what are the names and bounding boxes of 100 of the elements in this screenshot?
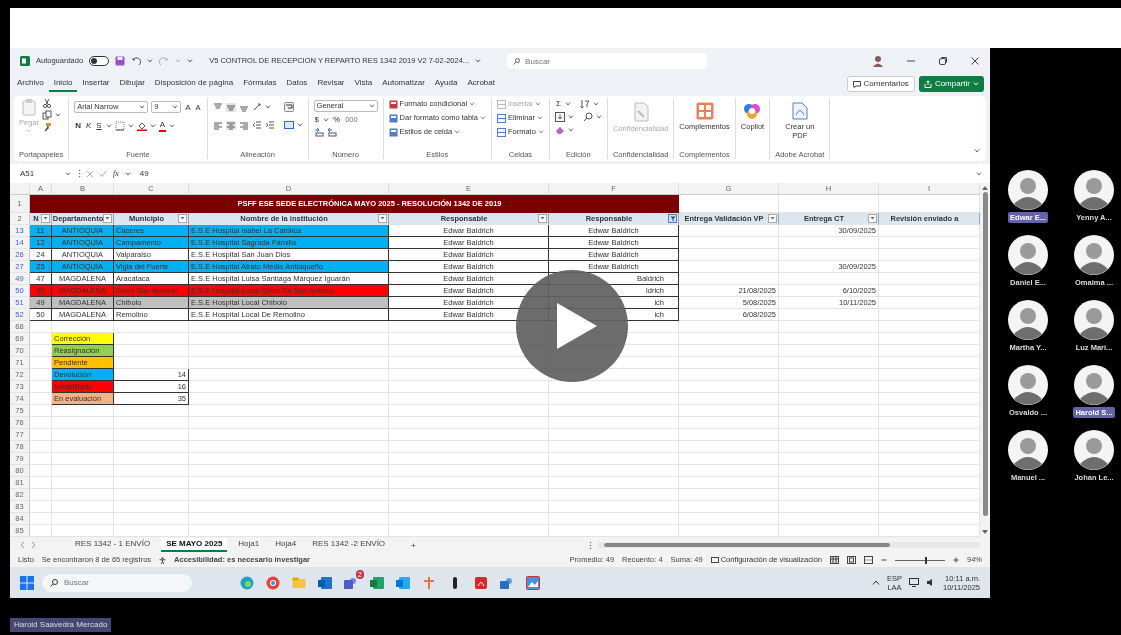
filter-dropdown-button[interactable] — [103, 214, 112, 223]
bold-button[interactable]: N — [74, 120, 82, 131]
chevron-up-icon[interactable] — [872, 580, 880, 585]
image-app-icon[interactable] — [526, 575, 540, 590]
brush-icon[interactable] — [42, 122, 52, 132]
autosave-toggle[interactable] — [89, 56, 110, 66]
underline-button[interactable]: S — [95, 120, 103, 131]
caret-icon[interactable] — [147, 59, 154, 63]
align-center-icon[interactable] — [225, 120, 236, 130]
taskbar-search-field[interactable]: Buscar — [42, 573, 192, 592]
caret-icon[interactable] — [264, 105, 271, 109]
pdf-app-icon[interactable] — [474, 575, 488, 590]
wrap-text-icon[interactable] — [283, 102, 294, 112]
spreadsheet-app-icon[interactable] — [20, 56, 30, 66]
browser-icon[interactable] — [266, 575, 280, 590]
formula-field[interactable]: 49 — [135, 167, 971, 180]
menu-tab[interactable]: Archivo — [12, 76, 49, 92]
normal-view-icon[interactable] — [830, 556, 839, 564]
increase-font-size-button[interactable]: A — [184, 101, 192, 113]
caret-icon[interactable] — [537, 130, 544, 134]
caret-icon[interactable] — [139, 105, 146, 109]
checkmark-icon[interactable] — [99, 169, 107, 178]
fill-color-icon[interactable] — [136, 120, 147, 131]
caret-icon[interactable] — [537, 116, 544, 120]
sort-filter-icon[interactable] — [579, 98, 590, 109]
caret-icon[interactable] — [592, 101, 599, 106]
zoom-in-icon[interactable] — [953, 557, 959, 563]
caret-icon[interactable] — [595, 115, 602, 119]
decrease-decimal-icon[interactable] — [326, 127, 337, 137]
menu-tab[interactable]: Disposición de página — [149, 76, 239, 92]
spreadsheet-app-icon[interactable] — [370, 575, 384, 590]
caret-icon[interactable] — [469, 102, 476, 106]
sheet-tab[interactable]: RES 1342 - 1 ENVÍO — [70, 538, 156, 552]
sheet-tab[interactable]: RES 1342 -2 ENVÍO — [307, 538, 391, 552]
menu-tab[interactable]: Insertar — [77, 76, 115, 92]
menu-tab[interactable]: Revisar — [312, 76, 350, 92]
caret-icon[interactable] — [567, 115, 574, 119]
page-break-icon[interactable] — [864, 556, 873, 564]
autosum-button[interactable]: Σ — [554, 98, 562, 109]
text-orientation-icon[interactable] — [251, 102, 262, 112]
caret-icon[interactable] — [974, 149, 980, 153]
zoom-out-icon[interactable] — [881, 557, 887, 563]
filter-dropdown-button[interactable] — [768, 214, 777, 223]
user-avatar-icon[interactable] — [872, 55, 884, 67]
caret-icon[interactable] — [564, 101, 571, 106]
filter-dropdown-button[interactable] — [41, 214, 50, 223]
scissors-icon[interactable] — [42, 98, 52, 108]
caret-icon[interactable] — [65, 171, 71, 176]
share-button[interactable]: Compartir — [918, 76, 984, 92]
caret-icon[interactable] — [479, 116, 486, 120]
search-field[interactable]: Buscar — [507, 53, 708, 69]
page-layout-icon[interactable] — [847, 556, 856, 564]
filter-dropdown-button[interactable] — [178, 214, 187, 223]
caret-icon[interactable] — [296, 123, 303, 127]
caret-icon[interactable] — [368, 104, 375, 108]
filter-dropdown-button[interactable] — [868, 214, 877, 223]
menu-tab[interactable]: Inicio — [48, 76, 78, 92]
caret-icon[interactable] — [149, 123, 156, 128]
caret-icon[interactable] — [567, 128, 574, 132]
next-sheet-icon[interactable] — [31, 541, 36, 549]
scroll-up-icon[interactable] — [982, 186, 988, 190]
close-icon[interactable] — [970, 56, 980, 66]
caret-icon[interactable] — [124, 171, 131, 176]
increase-indent-icon[interactable] — [264, 120, 275, 130]
caret-icon[interactable] — [169, 123, 175, 128]
vertical-scrollbar[interactable] — [980, 183, 990, 537]
accessibility-icon[interactable] — [159, 556, 167, 564]
caret-icon[interactable] — [454, 130, 461, 134]
mail-app-icon[interactable] — [396, 575, 410, 590]
menu-tab[interactable]: Dibujar — [114, 76, 150, 92]
caret-icon[interactable] — [127, 123, 134, 128]
borders-icon[interactable] — [114, 120, 125, 131]
horizontal-scrollbar[interactable] — [597, 542, 980, 548]
name-box[interactable]: A51 — [18, 167, 73, 180]
increase-decimal-icon[interactable] — [313, 127, 324, 137]
fill-down-icon[interactable] — [554, 112, 565, 122]
menu-tab[interactable]: Datos — [281, 76, 313, 92]
undo-icon[interactable] — [131, 56, 142, 66]
monitor-icon[interactable] — [909, 578, 919, 587]
eraser-icon[interactable] — [554, 125, 565, 135]
menu-tab[interactable]: Automatizar — [377, 76, 430, 92]
sheet-tab[interactable]: Hoja1 — [233, 538, 265, 552]
caret-icon[interactable] — [105, 123, 112, 128]
decrease-indent-icon[interactable] — [251, 120, 262, 130]
currency-button[interactable]: $ — [313, 114, 320, 125]
search-icon[interactable] — [582, 112, 593, 122]
comments-button[interactable]: Comentarios — [846, 76, 915, 92]
insert-function-button[interactable]: fx — [112, 168, 120, 179]
previous-sheet-icon[interactable] — [20, 541, 25, 549]
chat-app-icon[interactable] — [344, 575, 358, 590]
italic-button[interactable]: K — [85, 120, 93, 131]
menu-tab[interactable]: Ayuda — [429, 76, 463, 92]
scrollbar-thumb[interactable] — [603, 543, 891, 547]
caret-icon[interactable] — [976, 171, 982, 176]
sheet-tab[interactable]: Hoja4 — [270, 538, 302, 552]
scroll-down-icon[interactable] — [982, 530, 988, 534]
filter-applied-button[interactable] — [668, 214, 677, 223]
windows-start-icon[interactable] — [20, 575, 34, 590]
mail-app-icon[interactable] — [318, 575, 332, 590]
caret-icon[interactable] — [475, 59, 482, 63]
